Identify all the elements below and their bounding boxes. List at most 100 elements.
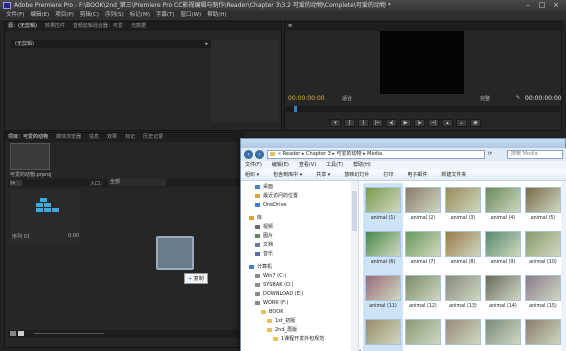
in-select[interactable]: 全部 (108, 179, 166, 186)
tree-item[interactable]: 库 (249, 214, 262, 222)
step-back-icon[interactable]: ◂| (386, 119, 397, 127)
file-tile[interactable]: animal (14) (483, 271, 523, 317)
play-icon[interactable]: ▶ (400, 119, 411, 127)
tree-scrollbar[interactable] (351, 181, 358, 351)
file-tile[interactable] (443, 315, 483, 351)
program-timeline-ruler[interactable] (286, 106, 560, 112)
file-tile[interactable] (363, 315, 403, 351)
step-forward-icon[interactable]: |▸ (414, 119, 425, 127)
source-tab-0[interactable]: 源：(无剪辑) (8, 23, 37, 29)
file-tile[interactable]: animal (8) (443, 227, 483, 273)
source-clip-dropdown[interactable]: (无剪辑) ▸ (11, 40, 211, 48)
explorer-toolbar-item-6[interactable]: 新建文件夹 (441, 172, 466, 178)
tree-item[interactable]: SYSBAK (D:) (255, 281, 294, 289)
explorer-menu-item-2[interactable]: 查看(V) (299, 162, 316, 168)
tree-item[interactable]: 桌面 (255, 183, 273, 191)
explorer-toolbar-item-1[interactable]: 包含到库中 ▾ (273, 172, 302, 178)
tree-item[interactable]: 1st_初版 (267, 317, 295, 325)
file-tile[interactable]: animal (1) (363, 183, 403, 229)
source-tab-1[interactable]: 效果控件 (45, 23, 65, 29)
menu-item-5[interactable]: 标记(M) (130, 12, 150, 18)
project-tab-1[interactable]: 媒体浏览器 (56, 134, 81, 140)
tree-item[interactable]: DOWNLOAD (E:) (255, 290, 304, 298)
file-tile[interactable]: animal (9) (483, 227, 523, 273)
tree-item[interactable]: 2nd_再版 (267, 326, 297, 334)
zoom-slider[interactable] (34, 333, 104, 334)
menu-item-6[interactable]: 字幕(T) (156, 12, 175, 18)
grid-scrollbar[interactable] (561, 181, 566, 351)
search-input[interactable]: 搜索 Media (507, 150, 563, 159)
file-tile[interactable]: animal (13) (443, 271, 483, 317)
file-tile[interactable]: animal (11) (363, 271, 403, 317)
close-icon[interactable]: × (550, 1, 562, 10)
tree-item[interactable]: 图片 (255, 232, 273, 240)
refresh-icon[interactable]: ⟳ (488, 151, 492, 157)
explorer-menu-item-1[interactable]: 编辑(E) (272, 162, 289, 168)
menu-item-1[interactable]: 编辑(E) (30, 12, 49, 18)
list-view-icon[interactable] (10, 331, 16, 336)
settings-wrench-icon[interactable]: ✎ (516, 95, 520, 101)
source-tab-2[interactable]: 音频剪辑混合器：可爱 (73, 23, 123, 29)
menu-item-2[interactable]: 项目(P) (55, 12, 74, 18)
mark-out-icon[interactable]: } (358, 119, 369, 127)
file-tile[interactable]: animal (6) (363, 227, 403, 273)
lift-icon[interactable]: ▴ (442, 119, 453, 127)
tree-item[interactable]: 音乐 (255, 250, 273, 258)
explorer-menu-item-3[interactable]: 工具(T) (326, 162, 343, 168)
file-tile[interactable] (523, 315, 563, 351)
tree-item[interactable]: WORK (F:) (255, 299, 288, 307)
menu-item-8[interactable]: 帮助(H) (207, 12, 226, 18)
file-tile[interactable]: animal (3) (443, 183, 483, 229)
maximize-icon[interactable]: □ (536, 1, 548, 10)
explorer-menu-item-0[interactable]: 文件(F) (245, 162, 262, 168)
tree-item[interactable]: 计算机 (249, 263, 272, 271)
project-tab-3[interactable]: 效果 (107, 134, 117, 140)
program-quality-select[interactable]: 完整 (480, 95, 490, 102)
file-tile[interactable]: animal (15) (523, 271, 563, 317)
menu-item-7[interactable]: 窗口(W) (181, 12, 202, 18)
tree-item[interactable]: 最近访问的位置 (255, 192, 298, 200)
tree-item[interactable]: BOOK (261, 308, 284, 316)
file-tile[interactable]: animal (10) (523, 227, 563, 273)
playhead[interactable] (294, 106, 297, 112)
explorer-toolbar-item-5[interactable]: 电子邮件 (407, 172, 427, 178)
tree-item[interactable]: 视频 (255, 223, 273, 231)
go-to-out-icon[interactable]: →| (428, 119, 439, 127)
program-fit-select[interactable]: 适合 (342, 95, 352, 102)
explorer-toolbar-item-2[interactable]: 共享 ▾ (316, 172, 330, 178)
file-tile[interactable]: animal (5) (523, 183, 563, 229)
file-tile[interactable]: animal (7) (403, 227, 443, 273)
mark-in-icon[interactable]: { (344, 119, 355, 127)
project-tab-4[interactable]: 标记 (125, 134, 135, 140)
tree-item[interactable]: 1课程开发外包规范 (273, 335, 324, 343)
export-frame-icon[interactable]: ◉ (470, 119, 481, 127)
icon-view-icon[interactable] (18, 331, 24, 336)
source-tab-3[interactable]: 元数据 (131, 23, 146, 29)
explorer-toolbar-item-3[interactable]: 放映幻灯片 (344, 172, 369, 178)
explorer-toolbar-item-0[interactable]: 组织 ▾ (245, 172, 259, 178)
tree-item[interactable]: 文档 (255, 241, 273, 249)
explorer-menu-item-4[interactable]: 帮助(H) (353, 162, 371, 168)
go-to-in-icon[interactable]: |← (372, 119, 383, 127)
project-tab-2[interactable]: 信息 (89, 134, 99, 140)
search-icon[interactable]: ⚲▾ (10, 180, 22, 186)
file-tile[interactable]: animal (2) (403, 183, 443, 229)
menu-item-0[interactable]: 文件(F) (6, 12, 24, 18)
tree-item[interactable]: Win7 (C:) (255, 272, 286, 280)
project-tab-0[interactable]: 项目：可爱的动物 (8, 134, 48, 140)
file-tile[interactable]: animal (12) (403, 271, 443, 317)
menu-item-3[interactable]: 剪辑(C) (80, 12, 99, 18)
address-bar[interactable]: « Reader ▸ Chapter 3 ▸ 可爱的动物 ▸ Media (267, 150, 485, 159)
project-tab-5[interactable]: 历史记录 (143, 134, 163, 140)
minimize-icon[interactable]: – (522, 1, 534, 10)
file-tile[interactable]: animal (4) (483, 183, 523, 229)
file-tile[interactable] (403, 315, 443, 351)
explorer-toolbar-item-4[interactable]: 打印 (383, 172, 393, 178)
menu-item-4[interactable]: 序列(S) (105, 12, 124, 18)
add-marker-icon[interactable]: ▾ (330, 119, 341, 127)
tree-item[interactable]: OneDrive (255, 201, 287, 209)
forward-icon[interactable]: › (255, 150, 264, 159)
extract-icon[interactable]: ▵ (456, 119, 467, 127)
back-icon[interactable]: ‹ (244, 150, 253, 159)
file-tile[interactable] (483, 315, 523, 351)
